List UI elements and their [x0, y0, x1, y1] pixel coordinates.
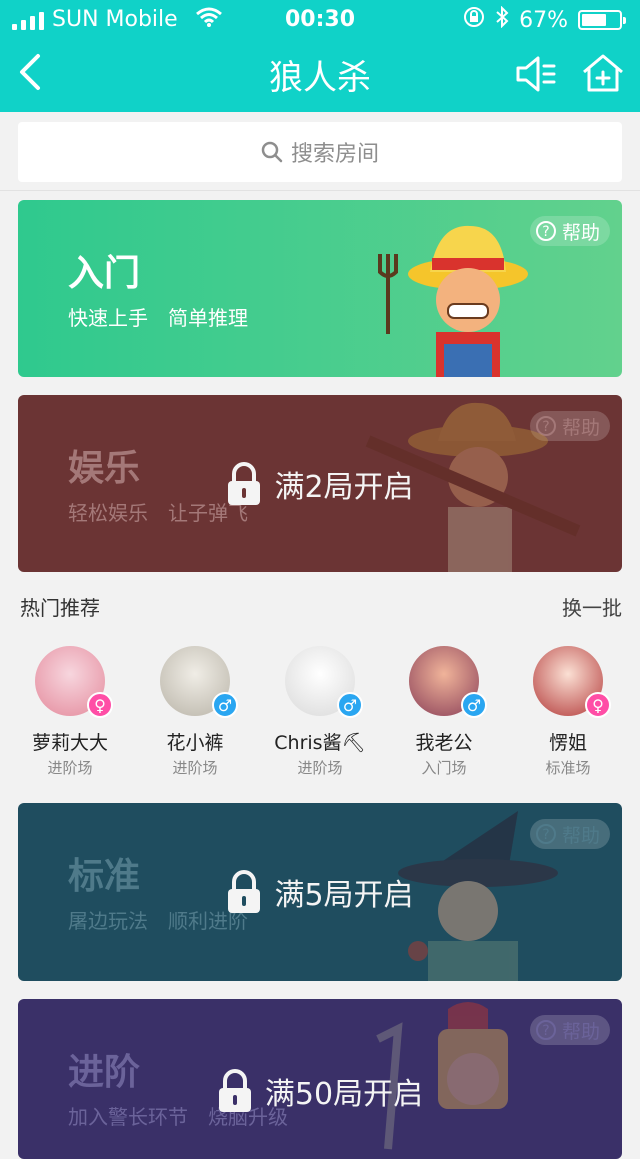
battery-percent: 67%	[519, 7, 568, 33]
top-bar: SUN Mobile 00:30 67% 狼人杀	[0, 0, 640, 112]
help-button[interactable]: ? 帮助	[529, 216, 610, 246]
mode-card-standard[interactable]: 标准 屠边玩法 顺利进阶 ? 帮助 满5局开启	[18, 803, 622, 981]
unlock-requirement: 满2局开启	[274, 469, 414, 505]
speaker-icon[interactable]	[514, 54, 558, 94]
avatar[interactable]: ♂	[160, 646, 238, 718]
male-icon: ♂	[461, 692, 487, 718]
orientation-lock-icon	[463, 6, 485, 34]
mode-card-entertainment[interactable]: 娱乐 轻松娱乐 让子弹飞 ? 帮助 满2局开启	[18, 395, 622, 572]
user-rank: 进阶场	[47, 759, 93, 777]
search-placeholder: 搜索房间	[290, 142, 379, 167]
lock-icon	[228, 870, 261, 913]
search-input[interactable]: 搜索房间	[18, 122, 622, 182]
user-card[interactable]: ♂ 花小裤 进阶场	[135, 642, 255, 778]
lock-overlay: 满2局开启	[18, 395, 622, 572]
unlock-requirement: 满5局开启	[274, 878, 414, 913]
lock-icon	[218, 1069, 251, 1112]
avatar[interactable]: ♀	[533, 646, 611, 718]
farmer-illustration	[378, 225, 528, 377]
recommended-users: ♀ 萝莉大大 进阶场 ♂ 花小裤 进阶场 ♂ Chris酱⛏ 进阶场 ♂ 我老公…	[0, 642, 640, 782]
search-icon	[261, 141, 283, 163]
user-name: 愣姐	[548, 732, 587, 754]
user-name: 萝莉大大	[31, 732, 108, 754]
battery-icon	[578, 10, 626, 30]
card-subtitle: 快速上手 简单推理	[68, 306, 248, 330]
hot-heading: 热门推荐	[20, 596, 100, 620]
user-rank: 进阶场	[297, 759, 343, 777]
user-rank: 入门场	[421, 759, 467, 777]
user-rank: 进阶场	[172, 759, 218, 777]
user-card[interactable]: ♀ 萝莉大大 进阶场	[10, 642, 130, 778]
avatar[interactable]: ♂	[285, 646, 363, 718]
lock-overlay: 满50局开启	[18, 999, 622, 1159]
unlock-requirement: 满50局开启	[264, 1077, 424, 1112]
avatar[interactable]: ♀	[35, 646, 113, 718]
female-icon: ♀	[585, 692, 611, 718]
female-icon: ♀	[87, 692, 113, 718]
user-card[interactable]: ♀ 愣姐 标准场	[508, 642, 628, 778]
card-title: 入门	[68, 253, 141, 294]
avatar[interactable]: ♂	[409, 646, 487, 718]
lock-icon	[228, 461, 261, 505]
mode-card-intro[interactable]: 入门 快速上手 简单推理 ? 帮助	[18, 200, 622, 377]
home-add-icon[interactable]	[580, 52, 626, 94]
mode-card-advanced[interactable]: 进阶 加入警长环节 烧脑升级 ? 帮助 满50局开启	[18, 999, 622, 1159]
bluetooth-icon	[495, 5, 509, 34]
status-bar: SUN Mobile 00:30 67%	[0, 0, 640, 40]
user-name: Chris酱⛏	[274, 732, 366, 754]
male-icon: ♂	[337, 692, 363, 718]
user-name: 花小裤	[166, 732, 224, 754]
user-card[interactable]: ♂ 我老公 入门场	[384, 642, 504, 778]
user-rank: 标准场	[545, 759, 591, 777]
search-bar-container: 搜索房间	[0, 112, 640, 191]
user-name: 我老公	[415, 732, 473, 754]
male-icon: ♂	[212, 692, 238, 718]
question-icon: ?	[535, 221, 556, 241]
lock-overlay: 满5局开启	[18, 803, 622, 981]
user-card[interactable]: ♂ Chris酱⛏ 进阶场	[260, 642, 380, 778]
refresh-button[interactable]: 换一批	[562, 592, 622, 621]
